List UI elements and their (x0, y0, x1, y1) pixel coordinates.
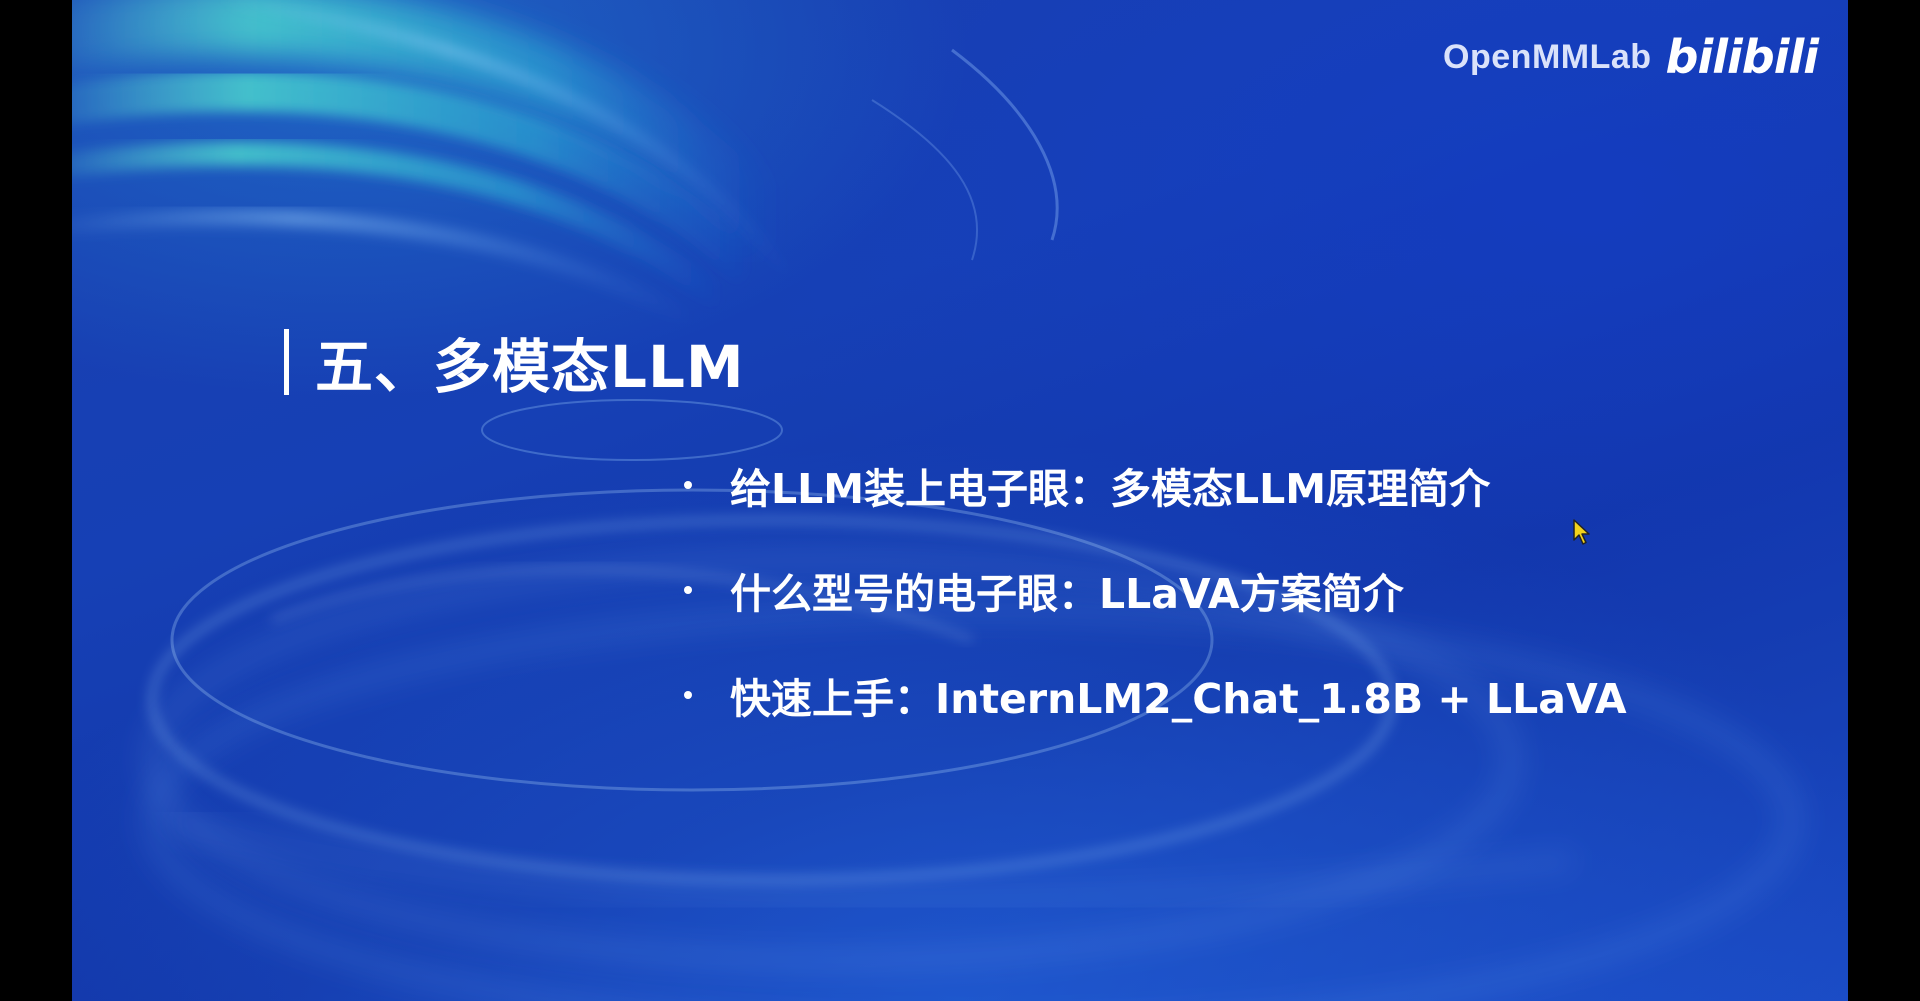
list-item-text: 什么型号的电子眼：LLaVA方案简介 (730, 570, 1404, 618)
list-item: 什么型号的电子眼：LLaVA方案简介 (684, 560, 1627, 620)
mouse-pointer-icon (1573, 519, 1590, 545)
section-heading: 五、多模态LLM (284, 320, 745, 404)
list-item: 给LLM装上电子眼：多模态LLM原理简介 (684, 455, 1627, 515)
openmmlab-brand-text: OpenMMLab (1443, 37, 1652, 76)
title-accent-bar (284, 329, 289, 395)
bilibili-logo-icon: bilibili (1665, 30, 1819, 84)
brand-watermark: OpenMMLab bilibili (1443, 30, 1819, 84)
video-frame: OpenMMLab bilibili 五、多模态LLM 给LLM装上电子眼：多模… (0, 0, 1920, 1001)
bullet-dot-icon (684, 481, 692, 489)
presentation-slide: OpenMMLab bilibili 五、多模态LLM 给LLM装上电子眼：多模… (72, 0, 1848, 1001)
bullet-list: 给LLM装上电子眼：多模态LLM原理简介 什么型号的电子眼：LLaVA方案简介 … (684, 455, 1627, 770)
list-item-text: 给LLM装上电子眼：多模态LLM原理简介 (730, 465, 1491, 513)
list-item-text: 快速上手：InternLM2_Chat_1.8B + LLaVA (730, 675, 1627, 723)
bullet-dot-icon (684, 586, 692, 594)
bullet-dot-icon (684, 691, 692, 699)
page-title: 五、多模态LLM (315, 333, 745, 401)
list-item: 快速上手：InternLM2_Chat_1.8B + LLaVA (684, 665, 1627, 725)
